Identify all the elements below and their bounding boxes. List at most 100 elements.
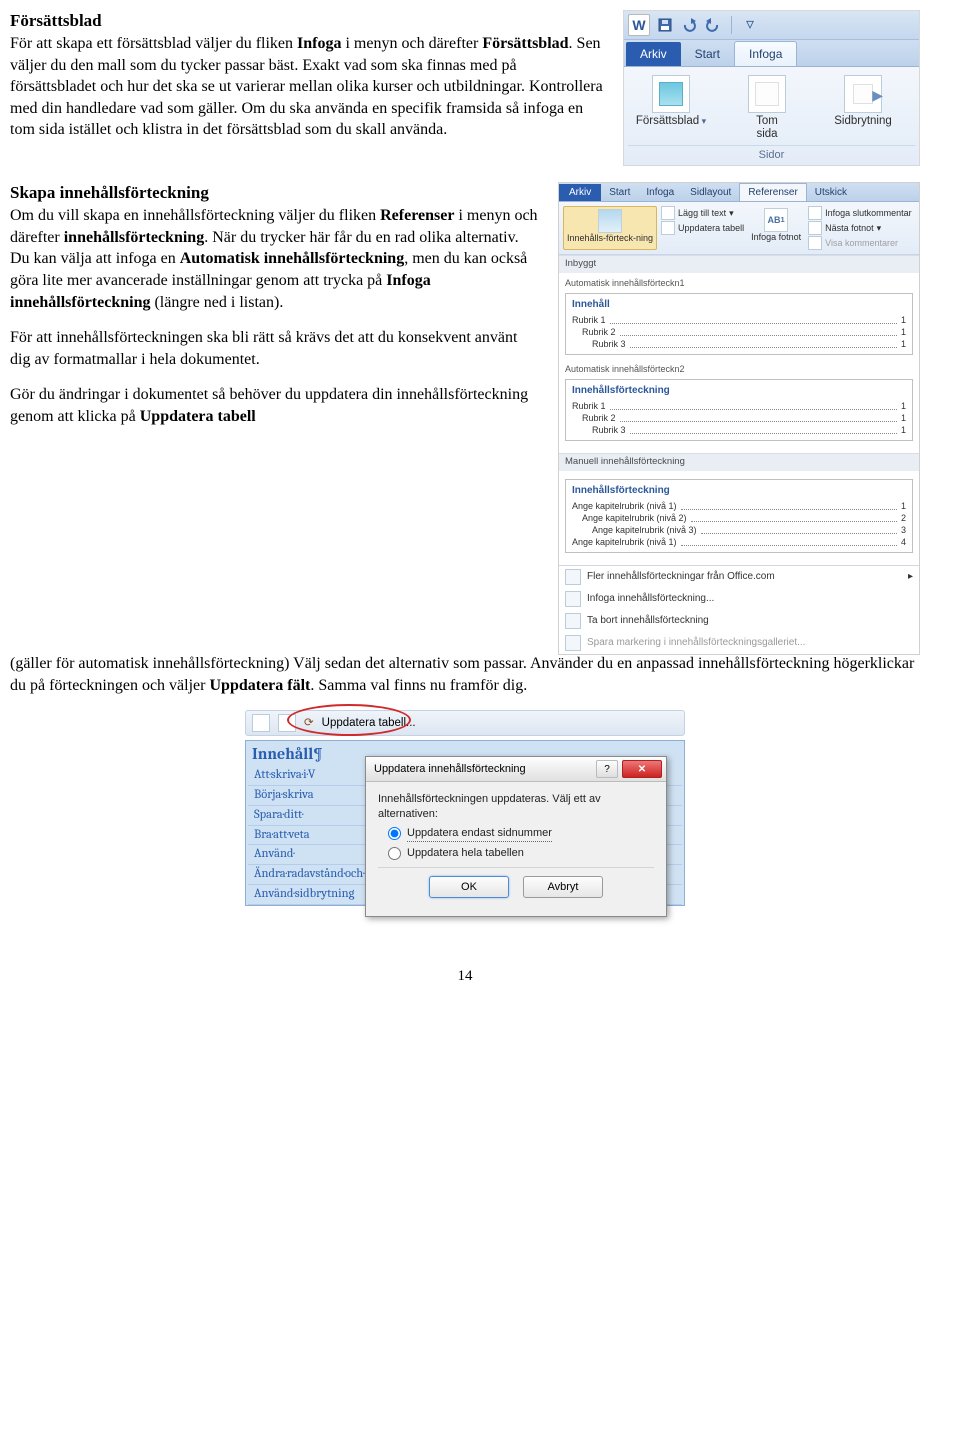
redo-icon[interactable]	[704, 16, 722, 34]
preview-auto-toc-1[interactable]: Innehåll Rubrik 11 Rubrik 21 Rubrik 31	[565, 293, 913, 355]
label: Försättsblad	[636, 115, 706, 127]
update-icon	[661, 221, 675, 235]
close-button[interactable]: ✕	[622, 760, 662, 778]
text: För att skapa ett försättsblad väljer du…	[10, 35, 297, 52]
ribbon-body: Innehålls-förteck-ning Lägg till text ▾ …	[559, 202, 919, 255]
save-gallery-icon	[565, 635, 581, 651]
page-number: 14	[10, 966, 920, 986]
text: (längre ned i listan).	[150, 294, 283, 311]
button-sidbrytning[interactable]: Sidbrytning	[820, 75, 906, 141]
mini-next-footnote[interactable]: Nästa fotnot ▾	[808, 221, 912, 235]
dialog-titlebar: Uppdatera innehållsförteckning ? ✕	[366, 757, 666, 782]
mini-update-table[interactable]: Uppdatera tabell	[661, 221, 744, 235]
toc-page: 1	[901, 424, 906, 436]
preview-auto-toc-2[interactable]: Innehållsförteckning Rubrik 11 Rubrik 21…	[565, 379, 913, 441]
figure-toc-gallery: Arkiv Start Infoga Sidlayout Referenser …	[558, 182, 920, 655]
separator	[731, 16, 732, 34]
radio-input[interactable]	[388, 827, 401, 840]
toc-row: Rubrik 3	[592, 424, 626, 436]
menu-more-from-office[interactable]: Fler innehållsförteckningar från Office.…	[559, 566, 919, 588]
label: Fler innehållsförteckningar från Office.…	[587, 570, 775, 584]
heading-skapa-toc: Skapa innehållsförteckning	[10, 182, 540, 205]
bold-uppdatera-tabell: Uppdatera tabell	[140, 408, 256, 425]
toc-mini-group: Lägg till text ▾ Uppdatera tabell	[661, 206, 744, 250]
toc-page: 4	[901, 536, 906, 548]
tab-arkiv[interactable]: Arkiv	[626, 42, 681, 66]
tab-start[interactable]: Start	[681, 42, 734, 66]
toc-title: Innehållsförteckning	[572, 484, 906, 498]
toc-title: Innehåll	[572, 298, 906, 312]
endnote-icon	[808, 206, 822, 220]
preview-manual-toc[interactable]: Innehållsförteckning Ange kapitelrubrik …	[565, 479, 913, 553]
menu-save-to-gallery: Spara markering i innehållsförteckningsg…	[559, 632, 919, 654]
save-icon[interactable]	[656, 16, 674, 34]
label: Spara markering i innehållsförteckningsg…	[587, 636, 805, 650]
toc-row: Rubrik 3	[592, 338, 626, 350]
footnote-icon: AB1	[764, 208, 788, 232]
menu-remove-toc[interactable]: Ta bort innehållsförteckning	[559, 610, 919, 632]
help-button[interactable]: ?	[596, 760, 618, 778]
toc-row: Ange kapitelrubrik (nivå 2)	[582, 512, 687, 524]
toc-page: 1	[901, 500, 906, 512]
tab-infoga[interactable]: Infoga	[734, 41, 797, 66]
tab-start[interactable]: Start	[601, 184, 638, 202]
caption-auto2: Automatisk innehållsförteckn2	[565, 363, 913, 375]
label: Innehålls-förteck-ning	[567, 234, 653, 243]
section-header-manual: Manuell innehållsförteckning	[559, 453, 919, 471]
tab-arkiv[interactable]: Arkiv	[559, 184, 601, 202]
toc-icon	[598, 209, 622, 233]
tab-utskick[interactable]: Utskick	[807, 184, 855, 202]
page-break-icon	[844, 75, 882, 113]
label: Lägg till text	[678, 207, 726, 219]
button-forsattsblad[interactable]: Försättsblad	[628, 75, 714, 141]
tab-sidlayout[interactable]: Sidlayout	[682, 184, 739, 202]
tab-infoga[interactable]: Infoga	[638, 184, 682, 202]
button-tom-sida[interactable]: Tomsida	[724, 75, 810, 141]
text: i menyn och därefter	[341, 35, 482, 52]
undo-icon[interactable]	[680, 16, 698, 34]
dialog-body: Innehållsförteckningen uppdateras. Välj …	[366, 782, 666, 915]
bold-uppdatera-falt: Uppdatera fält	[209, 677, 310, 694]
tab-referenser[interactable]: Referenser	[739, 183, 806, 202]
para-toc-3b: (gäller för automatisk innehållsförteckn…	[10, 653, 920, 696]
label: Nästa fotnot	[825, 222, 874, 234]
para-forsattsblad: För att skapa ett försättsblad väljer du…	[10, 33, 605, 141]
bold-auto-toc: Automatisk innehållsförteckning	[180, 250, 404, 267]
radio-update-page-numbers[interactable]: Uppdatera endast sidnummer	[388, 826, 654, 842]
mini-insert-endnote[interactable]: Infoga slutkommentar	[808, 206, 912, 220]
para-toc-3a: Gör du ändringar i dokumentet så behöver…	[10, 384, 540, 427]
label: Visa kommentarer	[825, 237, 898, 249]
toc-row: Ange kapitelrubrik (nivå 3)	[592, 524, 697, 536]
mini-add-text[interactable]: Lägg till text ▾	[661, 206, 744, 220]
figure-update-toc-dialog: ⟳ Uppdatera tabell... Innehåll¶ Att·skri…	[245, 710, 685, 906]
toc-row: Ange kapitelrubrik (nivå 1)	[572, 536, 677, 548]
label: Uppdatera tabell	[678, 222, 744, 234]
footnote-mini-group: Infoga slutkommentar Nästa fotnot ▾ Visa…	[808, 206, 912, 250]
caption-auto1: Automatisk innehållsförteckn1	[565, 277, 913, 289]
toc-row: Rubrik 2	[582, 326, 616, 338]
cover-page-icon	[652, 75, 690, 113]
dialog-message: Innehållsförteckningen uppdateras. Välj …	[378, 792, 654, 822]
button-insert-footnote[interactable]: AB1 Infoga fotnot	[748, 206, 804, 250]
toc-page: 1	[901, 412, 906, 424]
toc-page: 1	[901, 314, 906, 326]
toc-handle-icon[interactable]	[252, 714, 270, 732]
button-toc-menu[interactable]: Innehålls-förteck-ning	[563, 206, 657, 250]
bold-infoga: Infoga	[297, 35, 341, 52]
dropdown-icon[interactable]: ▿	[741, 16, 759, 34]
radio-label: Uppdatera endast sidnummer	[407, 826, 552, 842]
ok-button[interactable]: OK	[429, 876, 509, 898]
dialog-update-toc: Uppdatera innehållsförteckning ? ✕ Inneh…	[365, 756, 667, 916]
heading-forsattsblad: Försättsblad	[10, 10, 605, 33]
toc-menu-footer: Fler innehållsförteckningar från Office.…	[559, 565, 919, 654]
toc-row: Rubrik 2	[582, 412, 616, 424]
toc-page: 1	[901, 400, 906, 412]
cancel-button[interactable]: Avbryt	[523, 876, 603, 898]
menu-insert-toc[interactable]: Infoga innehållsförteckning...	[559, 588, 919, 610]
radio-update-entire-table[interactable]: Uppdatera hela tabellen	[388, 846, 654, 861]
para-toc-1: Om du vill skapa en innehållsförteckning…	[10, 205, 540, 313]
toc-row: Rubrik 1	[572, 400, 606, 412]
radio-input[interactable]	[388, 847, 401, 860]
radio-label: Uppdatera hela tabellen	[407, 846, 524, 861]
office-icon	[565, 569, 581, 585]
